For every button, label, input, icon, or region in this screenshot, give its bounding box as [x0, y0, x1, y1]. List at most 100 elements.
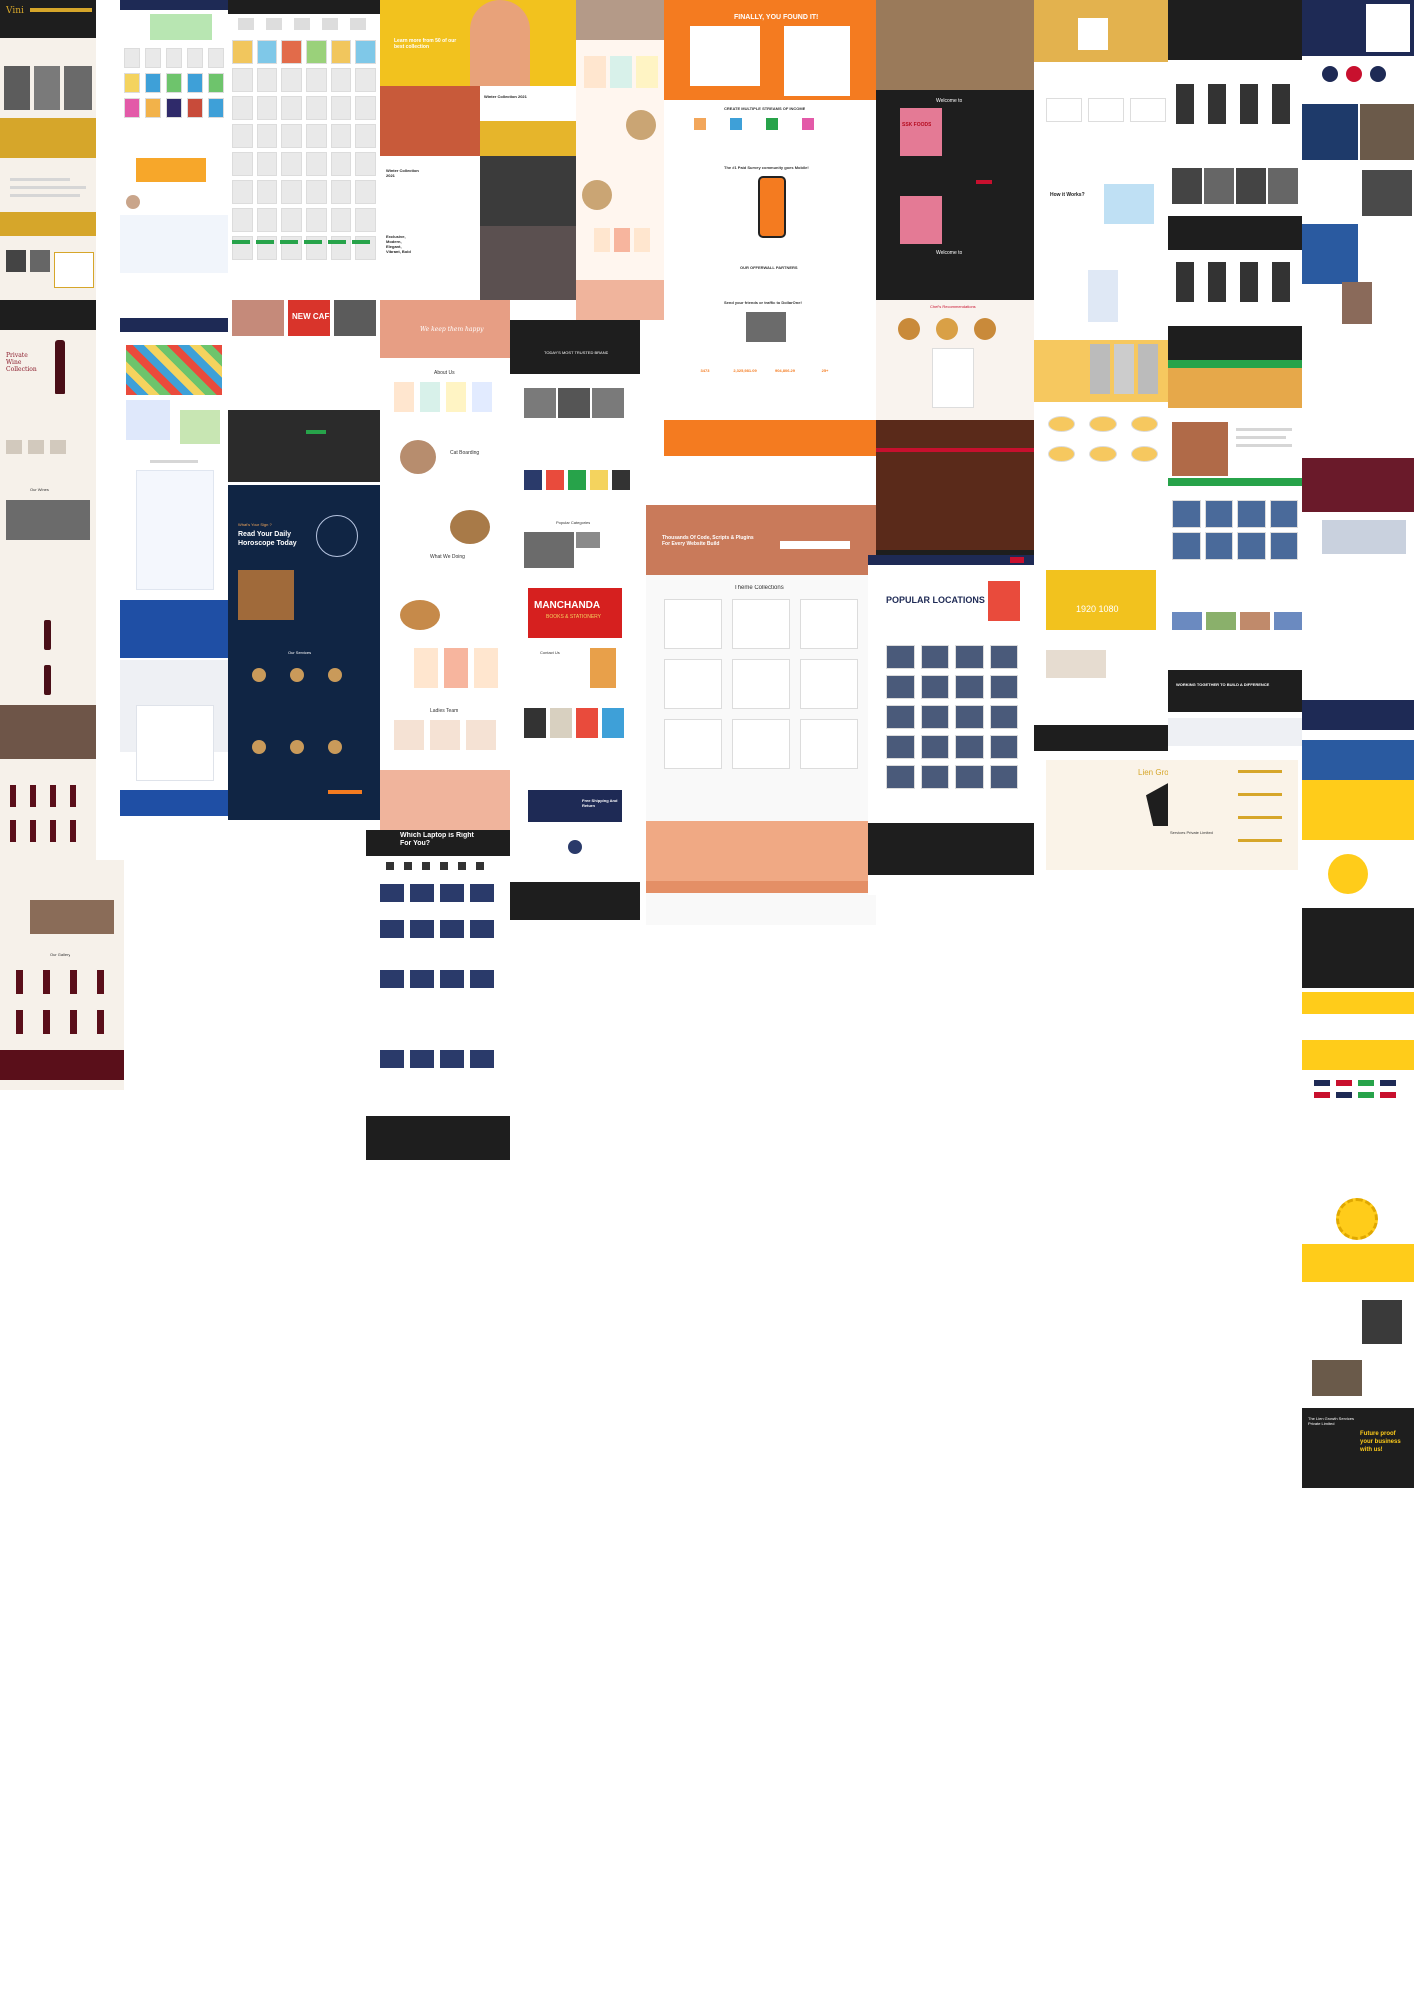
- fashion2-models-row-3: [1176, 262, 1290, 302]
- theme-hero-text: Thousands Of Code, Scripts & Plugins For…: [662, 535, 754, 547]
- pharmacy-colorful-collage: [126, 345, 222, 395]
- books-footer: [510, 882, 640, 920]
- app-stats-band: [1046, 570, 1156, 630]
- theme-bottom-bar: [646, 881, 876, 893]
- fashion2-hero: [1168, 0, 1302, 60]
- laptop-footer: [366, 1116, 510, 1160]
- laptop-row-1: [380, 884, 494, 902]
- corp-yellow-wheel: [1336, 1198, 1378, 1240]
- fashion-photo-1: [380, 86, 480, 156]
- store-promo-3: [334, 300, 376, 336]
- survey-site-thumbnail: FINALLY, YOU FOUND IT! CREATE MULTIPLE S…: [664, 0, 876, 460]
- wine-lower-woman-photo: [30, 900, 114, 934]
- corp-badges: [1322, 66, 1386, 82]
- food-welcome-2: Welcome to: [936, 250, 963, 256]
- books-product-row: [524, 708, 624, 738]
- pharmacy-header: [120, 0, 228, 10]
- store-site-thumbnail: NEW CAFE What's Your Sign ? Read Your Da…: [228, 0, 380, 820]
- books-photo-2: [558, 388, 590, 418]
- pharmacy-footer: [120, 318, 228, 332]
- survey-hero-illustration: [690, 26, 760, 86]
- locations-promo: [988, 581, 1020, 621]
- pet-site-thumbnail: We keep them happy About Us Cat Boarding…: [380, 300, 510, 830]
- corp-photo-4: [1302, 224, 1358, 284]
- wine-site-lower: Our Gallery: [0, 860, 124, 1090]
- corp-navy-band: [1302, 700, 1414, 730]
- pharmacy-products-grid: [124, 48, 224, 118]
- wine-yellow-band: [0, 212, 96, 236]
- wine-thumb-1: [6, 250, 26, 272]
- corp-maroon-band: [1302, 458, 1414, 512]
- store-products-grid: [232, 40, 376, 260]
- corp-future: Future proof your business with us!: [1360, 1431, 1401, 1453]
- fashion-site-thumbnail: Learn more from 50 of our best collectio…: [380, 0, 576, 300]
- laptop-row-3: [380, 970, 494, 988]
- horoscope-service-circles-2: [252, 740, 342, 754]
- fashion2-dark-band: [1168, 216, 1302, 250]
- food-welcome-1: Welcome to: [936, 98, 963, 104]
- wine-nav-bar: [30, 8, 92, 12]
- school-title: WORKING TOGETHER TO BUILD A DIFFERENCE: [1176, 682, 1270, 687]
- store-green-btn: [306, 430, 326, 434]
- pet-hero-dog-1: [626, 110, 656, 140]
- app-phone-mock: [1088, 270, 1118, 322]
- wine-bottle-row-1: [6, 440, 66, 454]
- fashion-photo-5: [480, 156, 576, 226]
- locations-title: POPULAR LOCATIONS: [886, 595, 985, 605]
- lion-services-thumbnail: Services Private Limited: [1168, 760, 1298, 870]
- books-contact-image: [590, 648, 616, 688]
- store-category-icons: [238, 18, 366, 30]
- horoscope-heading: Read Your Daily Horoscope Today: [238, 531, 297, 547]
- app-stats: 1920 1080: [1076, 604, 1119, 614]
- wine-dark-footer: [0, 300, 96, 330]
- wine-lower-footer: [0, 1050, 124, 1080]
- pet-dog-photo-2: [400, 600, 440, 630]
- books-category-photo-2: [576, 532, 600, 548]
- laptop-title: Which Laptop is Right For You?: [400, 832, 474, 847]
- corp-group-photo: [1312, 1360, 1362, 1396]
- pharmacy-contact-form: [136, 705, 214, 781]
- food-chef: Chef's Recommendations: [930, 304, 976, 309]
- corp-yellow-photos: [1302, 1244, 1414, 1282]
- pet-about: About Us: [434, 370, 455, 376]
- food-ssk-logo-2: [900, 196, 942, 244]
- corp-person-photo: [1362, 1300, 1402, 1344]
- fashion2-site-thumbnail: [1168, 0, 1302, 420]
- wine-lower-bottles-2: [16, 1010, 104, 1034]
- pet-cat-photo: [400, 440, 436, 474]
- horoscope-wheel: [316, 515, 358, 557]
- wine-logo: Vini: [6, 6, 24, 16]
- pet-hero-top-photo: [576, 0, 666, 40]
- pharmacy-plant-illustration: [180, 410, 220, 444]
- corp-blue-hero: [1302, 740, 1414, 780]
- store-promo-woman: [232, 300, 284, 336]
- app-features-grid: [1048, 416, 1158, 462]
- wine-thumb-2: [30, 250, 50, 272]
- corp-yellow-circle: [1328, 854, 1368, 894]
- pharmacy-illustration: [126, 400, 170, 440]
- fashion-exclusive: Exclusive, Modern, Elegant, Vibrant, Bol…: [386, 234, 411, 254]
- theme-site-thumbnail: Thousands Of Code, Scripts & Plugins For…: [646, 505, 876, 925]
- wine-gallery-photo-1: [4, 66, 30, 110]
- store-header: [228, 0, 380, 14]
- lion-services-items: [1238, 770, 1282, 842]
- school-site-thumbnail: WORKING TOGETHER TO BUILD A DIFFERENCE: [1168, 368, 1302, 760]
- wine-gallery-photo-2: [34, 66, 60, 110]
- food-ssk-logo-1: [900, 108, 942, 156]
- locations-red-btn[interactable]: [1010, 557, 1024, 563]
- app-hero-logo: [1078, 18, 1108, 50]
- pharmacy-bottom-footer: [120, 790, 228, 816]
- books-hero: [510, 320, 640, 374]
- food-dishes: [898, 318, 996, 340]
- app-phones-row: [1090, 344, 1158, 394]
- theme-search[interactable]: [780, 541, 850, 549]
- books-popular-categories: Popular Categories: [556, 520, 591, 525]
- pharmacy-blue-cta: [120, 215, 228, 273]
- fashion2-footer: [1168, 326, 1302, 360]
- theme-footer: [646, 821, 876, 881]
- pharmacy-card-list: [136, 470, 214, 590]
- pet-footer: [380, 770, 510, 830]
- corp-site-thumbnail: [1302, 0, 1414, 780]
- books-brand-sub: BOOKS & STATIONERY: [546, 614, 602, 620]
- pet-cat-boarding: Cat Boarding: [450, 450, 480, 456]
